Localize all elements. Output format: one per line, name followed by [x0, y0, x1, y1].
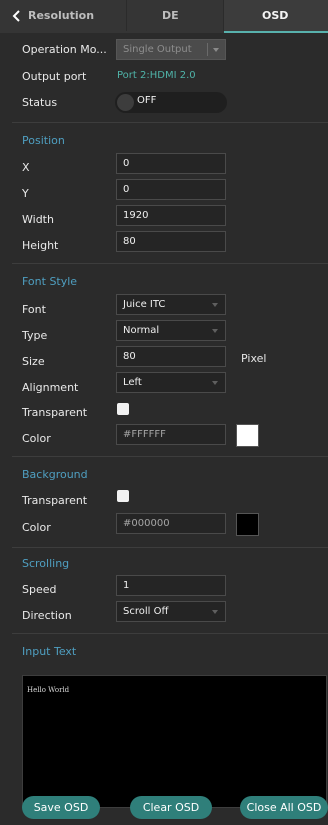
type-label: Type [22, 329, 48, 342]
background-color-input[interactable]: #000000 [116, 513, 226, 534]
x-label: X [22, 161, 30, 174]
width-input[interactable]: 1920 [116, 205, 226, 226]
section-title-position: Position [22, 134, 65, 147]
divider [12, 547, 328, 548]
input-text-value: Hello World [27, 686, 70, 694]
type-select[interactable]: Normal [116, 320, 226, 341]
speed-label: Speed [22, 583, 57, 596]
clear-osd-button[interactable]: Clear OSD [130, 796, 212, 819]
section-title-font-style: Font Style [22, 275, 78, 288]
tab-divider [126, 0, 127, 31]
status-label: Status [22, 96, 58, 109]
font-label: Font [22, 303, 46, 316]
tab-osd-label: OSD [262, 9, 289, 22]
font-value: Juice ITC [123, 299, 166, 310]
dropdown-separator [207, 43, 208, 56]
background-color-swatch[interactable] [236, 513, 259, 536]
font-select[interactable]: Juice ITC [116, 294, 226, 315]
y-label: Y [22, 187, 29, 200]
tab-de[interactable]: DE [162, 0, 179, 31]
height-label: Height [22, 239, 59, 252]
chevron-down-icon [213, 48, 219, 52]
divider [12, 263, 328, 264]
background-transparent-checkbox[interactable] [117, 490, 129, 502]
alignment-select[interactable]: Left [116, 372, 226, 393]
font-color-label: Color [22, 432, 51, 445]
section-title-input-text: Input Text [22, 645, 77, 658]
speed-input[interactable]: 1 [116, 575, 226, 596]
status-toggle[interactable]: OFF [115, 92, 227, 113]
font-color-swatch[interactable] [236, 424, 259, 447]
section-title-scrolling: Scrolling [22, 557, 70, 570]
operation-mode-label: Operation Mo... [22, 43, 107, 56]
direction-label: Direction [22, 609, 72, 622]
alignment-label: Alignment [22, 381, 79, 394]
tab-bar: Resolution DE OSD [0, 0, 328, 33]
height-input[interactable]: 80 [116, 231, 226, 252]
chevron-down-icon [212, 610, 218, 614]
input-text-area[interactable]: Hello World [22, 675, 327, 808]
font-color-input[interactable]: #FFFFFF [116, 424, 226, 445]
font-transparent-label: Transparent [22, 406, 88, 419]
size-label: Size [22, 355, 45, 368]
chevron-left-icon[interactable] [11, 9, 23, 23]
output-port-label: Output port [22, 70, 87, 83]
x-input[interactable]: 0 [116, 153, 226, 174]
divider [12, 456, 328, 457]
background-color-label: Color [22, 521, 51, 534]
active-tab-indicator [224, 31, 328, 33]
tab-osd[interactable]: OSD [224, 0, 328, 31]
save-osd-button[interactable]: Save OSD [22, 796, 100, 819]
chevron-down-icon [212, 303, 218, 307]
font-transparent-checkbox[interactable] [117, 403, 129, 415]
tab-resolution[interactable]: Resolution [28, 0, 94, 31]
operation-mode-value: Single Output [123, 44, 192, 55]
background-transparent-label: Transparent [22, 494, 88, 507]
type-value: Normal [123, 325, 160, 336]
alignment-value: Left [123, 377, 142, 388]
chevron-down-icon [212, 381, 218, 385]
divider [12, 633, 328, 634]
toggle-knob [117, 94, 134, 111]
width-label: Width [22, 213, 54, 226]
chevron-down-icon [212, 329, 218, 333]
close-all-osd-button[interactable]: Close All OSD [240, 796, 328, 819]
operation-mode-select[interactable]: Single Output [116, 39, 226, 60]
output-port-value: Port 2:HDMI 2.0 [117, 70, 196, 81]
size-input[interactable]: 80 [116, 346, 226, 367]
y-input[interactable]: 0 [116, 179, 226, 200]
status-value: OFF [137, 95, 157, 106]
section-title-background: Background [22, 468, 88, 481]
size-unit-label: Pixel [241, 352, 267, 365]
direction-select[interactable]: Scroll Off [116, 601, 226, 622]
divider [12, 122, 328, 123]
direction-value: Scroll Off [123, 606, 169, 617]
